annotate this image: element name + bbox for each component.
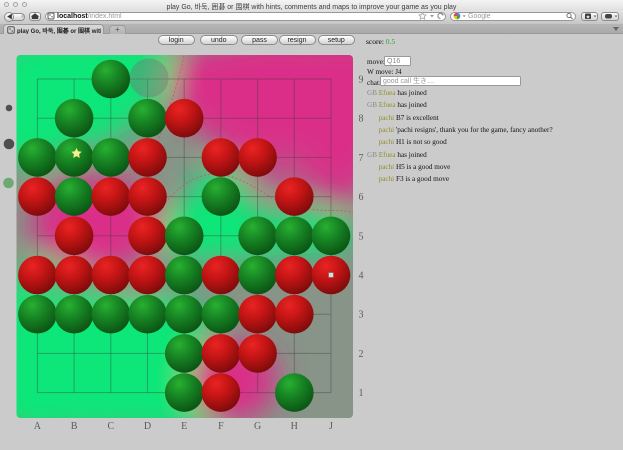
svg-text:J: J (329, 421, 333, 432)
svg-text:2: 2 (359, 349, 364, 360)
svg-text:3: 3 (359, 310, 364, 321)
svg-text:H: H (291, 421, 298, 432)
svg-text:4: 4 (359, 271, 364, 282)
svg-text:8: 8 (359, 114, 364, 125)
svg-text:F: F (218, 421, 224, 432)
svg-text:7: 7 (359, 153, 364, 164)
svg-text:C: C (107, 421, 114, 432)
svg-text:E: E (181, 421, 187, 432)
svg-text:D: D (144, 421, 151, 432)
svg-text:1: 1 (359, 388, 364, 399)
svg-text:6: 6 (359, 192, 364, 203)
svg-text:9: 9 (359, 75, 364, 86)
svg-text:B: B (71, 421, 78, 432)
svg-text:5: 5 (359, 231, 364, 242)
svg-text:A: A (34, 421, 42, 432)
svg-text:G: G (254, 421, 261, 432)
